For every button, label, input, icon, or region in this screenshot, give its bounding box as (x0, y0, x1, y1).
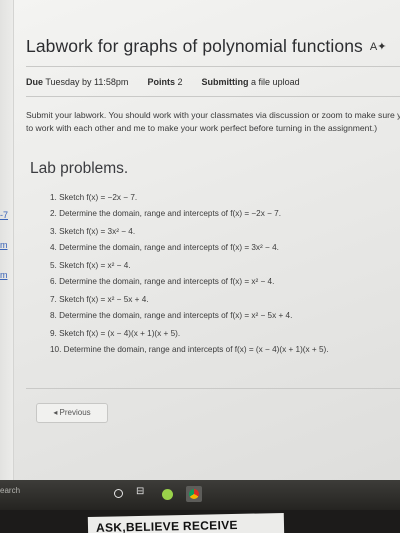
assignment-meta: Due Tuesday by 11:58pm Points 2 Submitti… (26, 77, 300, 87)
list-item: 5. Sketch f(x) = x² − 4. (50, 261, 131, 270)
list-item: 4. Determine the domain, range and inter… (50, 243, 279, 252)
list-item: 7. Sketch f(x) = x² − 5x + 4. (50, 295, 149, 304)
description-line: Submit your labwork. You should work wit… (26, 110, 400, 120)
lab-heading: Lab problems. (30, 160, 129, 177)
chrome-icon[interactable] (186, 486, 202, 502)
divider (26, 96, 400, 97)
app-icon[interactable] (162, 489, 173, 500)
sidebar-link-2[interactable]: m (0, 240, 8, 250)
sidebar-link-3[interactable]: m (0, 270, 8, 280)
taskbar-search-input[interactable]: earch (0, 486, 20, 495)
due-value: Tuesday by 11:58pm (45, 77, 129, 87)
immersive-reader-icon[interactable]: A✦ (370, 40, 387, 53)
taskbar: earch ⊟ (0, 480, 400, 510)
list-item: 3. Sketch f(x) = 3x² − 4. (50, 227, 136, 236)
task-view-icon[interactable]: ⊟ (136, 486, 144, 497)
assignment-description: Submit your labwork. You should work wit… (26, 109, 400, 135)
list-item: 8. Determine the domain, range and inter… (50, 311, 293, 320)
sidebar-link-1[interactable]: -7 (0, 210, 8, 220)
cortana-icon[interactable] (114, 489, 123, 498)
screen: -7 m m Labwork for graphs of polynomial … (0, 0, 400, 533)
list-item: 10. Determine the domain, range and inte… (50, 345, 329, 354)
due-label: Due (26, 77, 44, 87)
page-title: Labwork for graphs of polynomial functio… (26, 36, 363, 56)
submitting-value: a file upload (251, 77, 300, 87)
submitting-label: Submitting (201, 77, 249, 87)
list-item: 9. Sketch f(x) = (x − 4)(x + 1)(x + 5). (50, 329, 181, 338)
list-item: 1. Sketch f(x) = −2x − 7. (50, 193, 138, 202)
points-value: 2 (177, 77, 183, 87)
left-sidebar-edge: -7 m m (0, 0, 14, 480)
description-line: to work with each other and me to make y… (26, 123, 378, 133)
previous-button[interactable]: ◂ Previous (36, 403, 108, 423)
title-row: Labwork for graphs of polynomial functio… (26, 36, 386, 57)
points-label: Points (147, 77, 175, 87)
divider (26, 66, 400, 67)
bezel-sticker: ASK,BELIEVE RECEIVE (87, 512, 285, 533)
problem-list: 1. Sketch f(x) = −2x − 7. 2. Determine t… (50, 189, 329, 359)
list-item: 6. Determine the domain, range and inter… (50, 277, 275, 286)
divider (26, 388, 400, 389)
list-item: 2. Determine the domain, range and inter… (50, 209, 281, 218)
